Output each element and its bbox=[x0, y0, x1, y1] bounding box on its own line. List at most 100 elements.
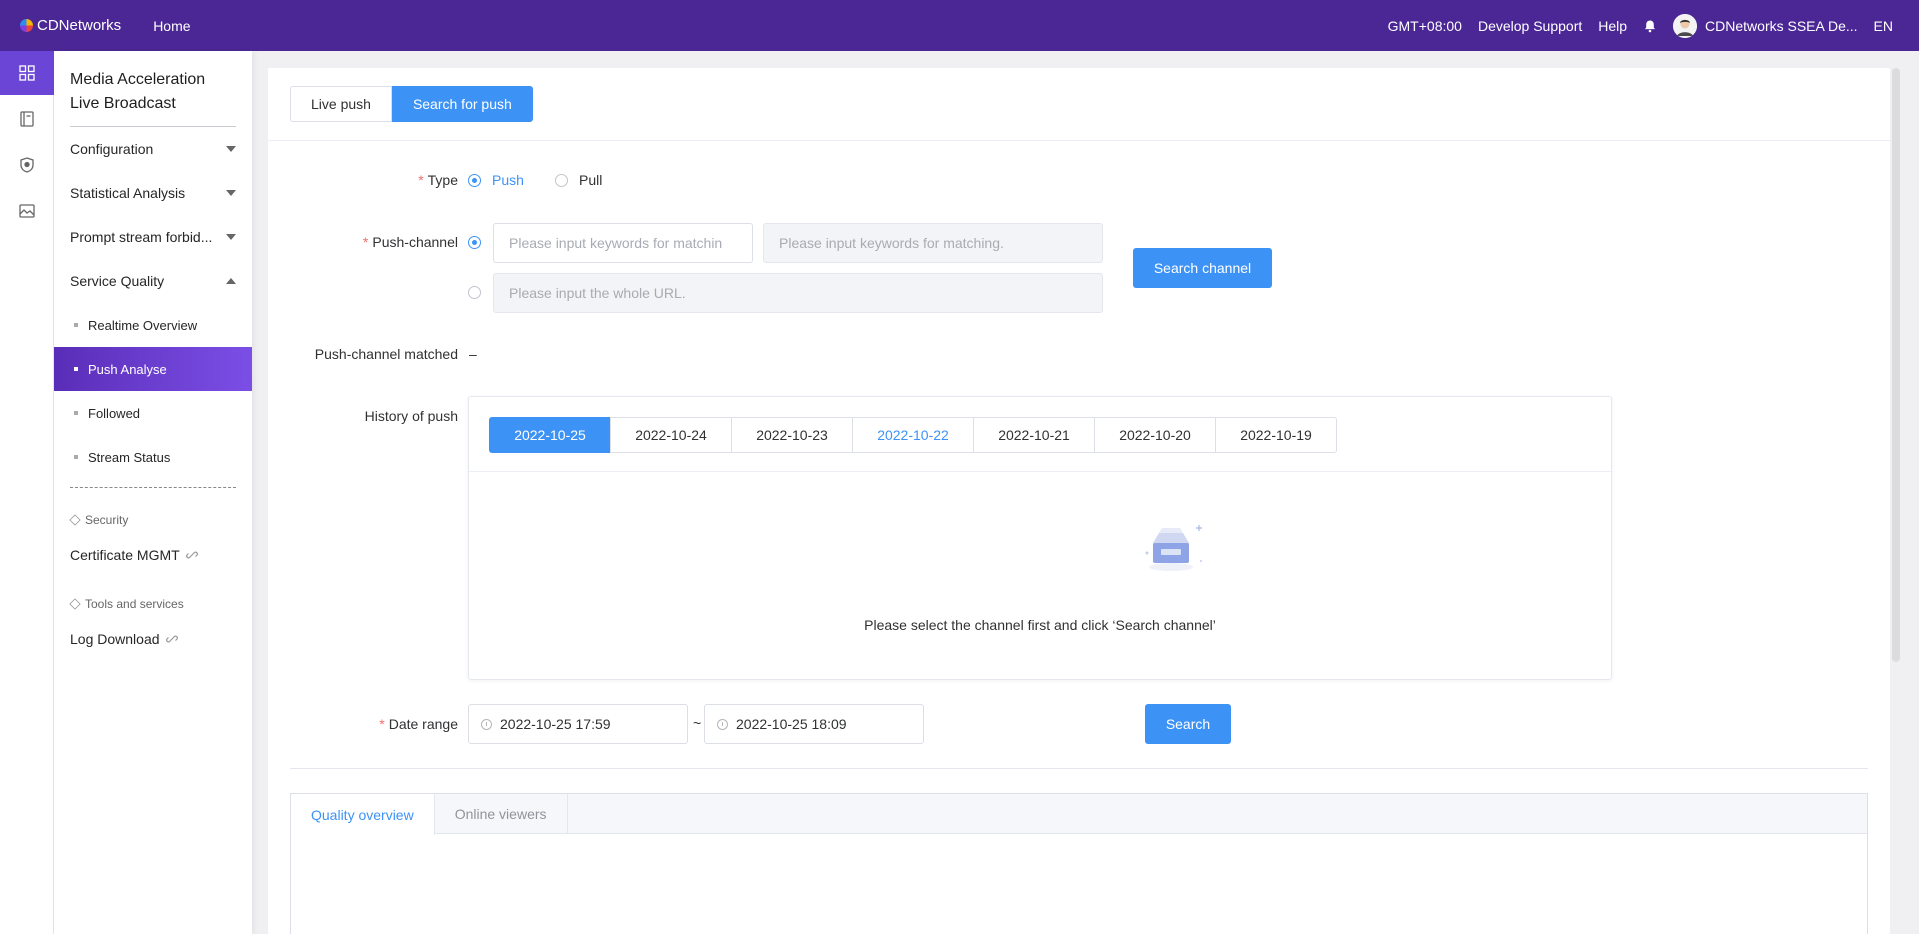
menu-group-label: Prompt stream forbid... bbox=[70, 229, 213, 245]
menu-item-label: Push Analyse bbox=[88, 361, 167, 377]
end-datetime-value: 2022-10-25 18:09 bbox=[736, 716, 847, 732]
brand-name: CDNetworks bbox=[37, 17, 122, 34]
history-date-tabs: 2022-10-25 2022-10-24 2022-10-23 2022-10… bbox=[489, 417, 1337, 453]
icon-rail bbox=[0, 51, 54, 934]
menu-group-statistical-analysis[interactable]: Statistical Analysis bbox=[54, 171, 252, 215]
nav-home-link[interactable]: Home bbox=[153, 18, 190, 34]
push-mode-tabs: Live push Search for push bbox=[290, 86, 533, 122]
rail-security[interactable] bbox=[0, 143, 54, 187]
side-menu: Media Acceleration Live Broadcast Config… bbox=[54, 51, 252, 934]
date-tab-2022-10-20[interactable]: 2022-10-20 bbox=[1094, 417, 1216, 453]
cube-icon bbox=[69, 514, 81, 526]
bullet-icon bbox=[74, 411, 78, 415]
required-mark: * bbox=[362, 234, 369, 250]
rail-documents[interactable] bbox=[0, 97, 54, 141]
user-avatar-icon bbox=[1673, 13, 1698, 38]
header-divider bbox=[268, 140, 1890, 141]
menu-dashed-divider bbox=[70, 487, 236, 488]
clock-icon bbox=[717, 718, 728, 730]
date-tab-2022-10-24[interactable]: 2022-10-24 bbox=[610, 417, 732, 453]
menu-item-label: Realtime Overview bbox=[88, 317, 198, 333]
menu-item-stream-status[interactable]: Stream Status bbox=[54, 435, 252, 479]
menu-item-followed[interactable]: Followed bbox=[54, 391, 252, 435]
type-pull-radio[interactable] bbox=[555, 174, 568, 187]
timezone-selector[interactable]: GMT+08:00 bbox=[1388, 18, 1462, 34]
menu-link-label: Log Download bbox=[70, 631, 160, 647]
end-datetime-input[interactable]: 2022-10-25 18:09 bbox=[704, 704, 924, 744]
bullet-icon bbox=[74, 367, 78, 371]
shield-icon bbox=[20, 157, 34, 173]
type-push-label[interactable]: Push bbox=[492, 172, 524, 188]
type-push-radio[interactable] bbox=[468, 174, 481, 187]
empty-state-text: Please select the channel first and clic… bbox=[864, 617, 1216, 633]
section-divider bbox=[290, 768, 1868, 769]
develop-support-link[interactable]: Develop Support bbox=[1478, 18, 1582, 34]
date-tab-2022-10-19[interactable]: 2022-10-19 bbox=[1215, 417, 1337, 453]
required-mark: * bbox=[418, 172, 424, 188]
bullet-icon bbox=[74, 455, 78, 459]
date-range-separator: ~ bbox=[693, 715, 702, 731]
menu-item-label: Followed bbox=[88, 405, 141, 421]
menu-section-security: Security bbox=[54, 508, 252, 532]
menu-item-label: Stream Status bbox=[88, 449, 171, 465]
user-name[interactable]: CDNetworks SSEA De... bbox=[1705, 18, 1858, 34]
main-scrollbar[interactable] bbox=[1892, 68, 1900, 662]
start-datetime-input[interactable]: 2022-10-25 17:59 bbox=[468, 704, 688, 744]
menu-item-realtime-overview[interactable]: Realtime Overview bbox=[54, 303, 252, 347]
menu-section-label: Tools and services bbox=[85, 597, 184, 611]
topbar-right-group: GMT+08:00 Develop Support Help CDNetwork… bbox=[1372, 13, 1893, 38]
type-pull-label[interactable]: Pull bbox=[579, 172, 602, 188]
tab-search-for-push[interactable]: Search for push bbox=[391, 86, 533, 122]
url-input[interactable]: Please input the whole URL. bbox=[493, 273, 1103, 313]
keyword-input-2[interactable]: Please input keywords for matching. bbox=[763, 223, 1103, 263]
tab-quality-overview[interactable]: Quality overview bbox=[291, 794, 435, 835]
image-icon bbox=[19, 204, 35, 218]
rail-dashboard[interactable] bbox=[0, 51, 54, 95]
date-tab-2022-10-22[interactable]: 2022-10-22 bbox=[852, 417, 974, 453]
clock-icon bbox=[481, 718, 492, 730]
start-datetime-value: 2022-10-25 17:59 bbox=[500, 716, 611, 732]
channel-url-radio[interactable] bbox=[468, 286, 481, 299]
menu-link-log-download[interactable]: Log Download bbox=[54, 622, 252, 656]
dashboard-icon bbox=[19, 65, 35, 81]
menu-group-label: Service Quality bbox=[70, 273, 165, 289]
keyword-input-1[interactable]: Please input keywords for matchin bbox=[493, 223, 753, 263]
tab-live-push[interactable]: Live push bbox=[290, 86, 392, 122]
menu-section-tools: Tools and services bbox=[54, 592, 252, 616]
push-channel-matched-label: Push-channel matched bbox=[314, 346, 458, 362]
chevron-down-icon bbox=[226, 146, 236, 152]
history-of-push-label: History of push bbox=[364, 408, 458, 424]
channel-keyword-radio[interactable] bbox=[468, 236, 481, 249]
rail-images[interactable] bbox=[0, 189, 54, 233]
menu-item-push-analyse[interactable]: Push Analyse bbox=[54, 347, 252, 391]
chevron-up-icon bbox=[226, 278, 236, 284]
brand-logo[interactable]: CDNetworks bbox=[20, 17, 121, 34]
date-range-label-text: Date range bbox=[388, 716, 458, 732]
menu-group-prompt-stream-forbid[interactable]: Prompt stream forbid... bbox=[54, 215, 252, 259]
type-label-text: Type bbox=[427, 172, 458, 188]
push-channel-label-text: Push-channel bbox=[372, 234, 458, 250]
menu-link-certificate-mgmt[interactable]: Certificate MGMT bbox=[54, 538, 252, 572]
language-switch[interactable]: EN bbox=[1874, 18, 1893, 34]
bullet-icon bbox=[74, 323, 78, 327]
menu-group-configuration[interactable]: Configuration bbox=[54, 127, 252, 171]
push-channel-label: * Push-channel bbox=[268, 234, 458, 250]
help-link[interactable]: Help bbox=[1598, 18, 1627, 34]
date-tab-2022-10-23[interactable]: 2022-10-23 bbox=[731, 417, 853, 453]
required-mark: * bbox=[379, 716, 385, 732]
search-channel-button[interactable]: Search channel bbox=[1133, 248, 1272, 288]
user-avatar[interactable] bbox=[1673, 13, 1698, 38]
date-tab-2022-10-21[interactable]: 2022-10-21 bbox=[973, 417, 1095, 453]
tab-online-viewers[interactable]: Online viewers bbox=[435, 794, 568, 834]
push-channel-matched-value: – bbox=[469, 346, 477, 362]
history-panel: 2022-10-25 2022-10-24 2022-10-23 2022-10… bbox=[468, 396, 1612, 680]
bell-icon[interactable] bbox=[1643, 19, 1657, 33]
external-link-icon bbox=[165, 635, 178, 643]
search-button[interactable]: Search bbox=[1145, 704, 1231, 744]
date-tab-2022-10-25[interactable]: 2022-10-25 bbox=[489, 417, 611, 453]
menu-title: Media Acceleration Live Broadcast bbox=[54, 51, 252, 116]
analysis-tabs-panel: Quality overview Online viewers bbox=[290, 793, 1868, 934]
menu-group-service-quality[interactable]: Service Quality bbox=[54, 259, 252, 303]
menu-group-label: Statistical Analysis bbox=[70, 185, 186, 201]
date-range-label: * Date range bbox=[268, 716, 458, 732]
